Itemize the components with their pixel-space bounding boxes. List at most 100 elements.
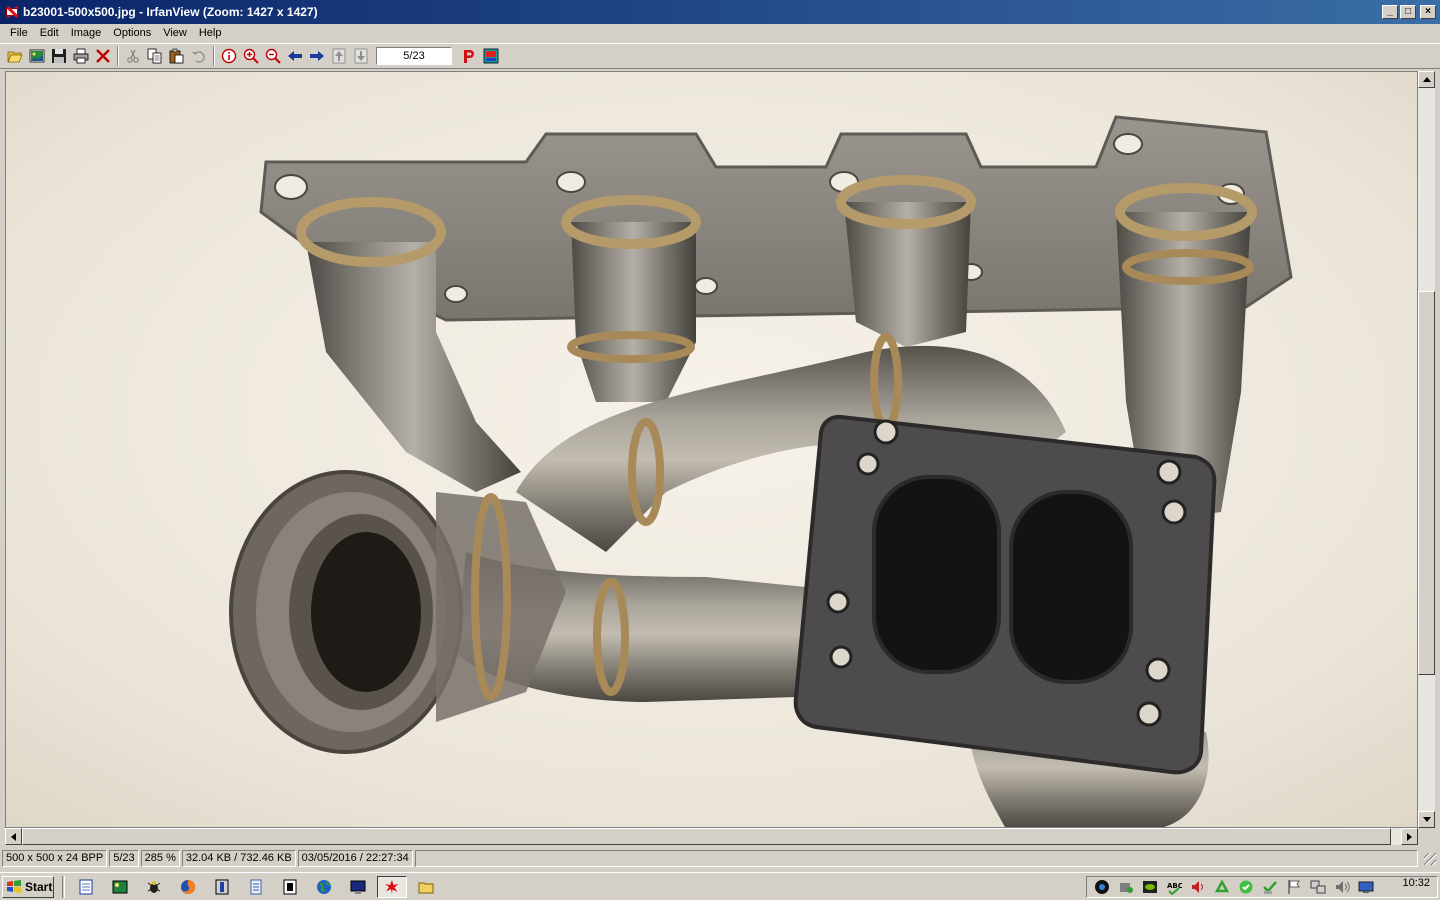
menu-file[interactable]: File	[4, 27, 34, 39]
taskbar-app-browser[interactable]	[309, 876, 339, 898]
save-button[interactable]	[48, 45, 70, 67]
start-button[interactable]: Start	[2, 875, 54, 898]
tray-spellcheck-icon[interactable]: ABC	[1165, 878, 1183, 896]
tray-speaker-icon[interactable]	[1189, 878, 1207, 896]
paint-icon	[464, 50, 474, 63]
horizontal-scrollbar[interactable]	[5, 828, 1418, 845]
slideshow-button[interactable]	[480, 45, 502, 67]
taskbar-app-document[interactable]	[241, 876, 271, 898]
info-button[interactable]	[218, 45, 240, 67]
taskbar-clock[interactable]: 10:32	[1402, 877, 1430, 889]
paint-button[interactable]	[458, 45, 480, 67]
tray-display-icon[interactable]	[1357, 878, 1375, 896]
cut-button[interactable]	[122, 45, 144, 67]
tray-network-icon[interactable]	[1309, 878, 1327, 896]
triangle-left-icon	[11, 832, 16, 841]
paste-icon	[169, 48, 184, 64]
zoom-out-button[interactable]	[262, 45, 284, 67]
vertical-scroll-thumb[interactable]	[1418, 291, 1435, 675]
taskbar-app-image[interactable]	[105, 876, 135, 898]
archive-icon	[215, 879, 229, 894]
undo-button[interactable]	[188, 45, 210, 67]
status-file-size: 32.04 KB / 732.46 KB	[181, 850, 296, 867]
vertical-scrollbar[interactable]	[1418, 71, 1435, 828]
taskbar-app-firefox[interactable]	[173, 876, 203, 898]
tray-volume-icon[interactable]	[1333, 878, 1351, 896]
previous-image-button[interactable]	[284, 45, 306, 67]
menu-image[interactable]: Image	[65, 27, 108, 39]
taskbar-app-notepad[interactable]	[71, 876, 101, 898]
next-image-button[interactable]	[306, 45, 328, 67]
scroll-right-button[interactable]	[1401, 828, 1418, 845]
tray-security-icon[interactable]	[1117, 878, 1135, 896]
toolbar-separator	[213, 46, 215, 66]
resize-grip[interactable]	[1424, 853, 1436, 865]
info-icon	[221, 48, 237, 64]
arrow-right-icon	[310, 51, 324, 61]
menu-view[interactable]: View	[157, 27, 193, 39]
irfanview-app-icon[interactable]	[4, 4, 20, 20]
first-image-button[interactable]	[328, 45, 350, 67]
image-viewport[interactable]	[5, 71, 1418, 828]
tray-nvidia-icon[interactable]	[1141, 878, 1159, 896]
thumbnails-icon	[29, 49, 45, 63]
horizontal-scroll-thumb[interactable]	[22, 828, 1391, 845]
status-datetime: 03/05/2016 / 22:27:34	[297, 850, 413, 867]
folder-icon	[418, 882, 434, 893]
taskbar-app-explorer[interactable]	[411, 876, 441, 898]
notepad-icon	[79, 879, 93, 894]
print-button[interactable]	[70, 45, 92, 67]
terminal-icon	[283, 879, 297, 894]
close-button[interactable]: ×	[1420, 5, 1436, 19]
taskbar-app-terminal[interactable]	[275, 876, 305, 898]
scroll-left-button[interactable]	[5, 828, 22, 845]
scroll-up-button[interactable]	[1418, 71, 1435, 88]
scroll-down-button[interactable]	[1418, 811, 1435, 828]
status-zoom: 285 %	[140, 850, 180, 867]
open-button[interactable]	[4, 45, 26, 67]
last-image-button[interactable]	[350, 45, 372, 67]
zoom-in-icon	[243, 48, 259, 64]
picture-icon	[112, 880, 128, 893]
taskbar-app-monitor[interactable]	[343, 876, 373, 898]
taskbar-app-game[interactable]	[139, 876, 169, 898]
copy-button[interactable]	[144, 45, 166, 67]
system-tray: ABC	[1086, 876, 1438, 898]
menu-options[interactable]: Options	[107, 27, 157, 39]
taskbar-separator	[62, 875, 65, 898]
paste-button[interactable]	[166, 45, 188, 67]
exhaust-manifold-photo	[6, 72, 1417, 827]
menu-edit[interactable]: Edit	[34, 27, 65, 39]
arrow-left-icon	[288, 51, 302, 61]
tray-recycle-icon[interactable]	[1213, 878, 1231, 896]
maximize-button[interactable]: □	[1400, 5, 1416, 19]
status-dimensions: 500 x 500 x 24 BPP	[2, 850, 108, 867]
monitor-icon	[350, 880, 366, 894]
tray-media-icon[interactable]	[1093, 878, 1111, 896]
taskbar-app-archive[interactable]	[207, 876, 237, 898]
thumbnails-button[interactable]	[26, 45, 48, 67]
start-label: Start	[25, 879, 53, 894]
tray-checkmark-icon[interactable]	[1261, 878, 1279, 896]
menu-help[interactable]: Help	[193, 27, 228, 39]
status-position: 5/23	[109, 850, 139, 867]
save-icon	[52, 49, 66, 63]
irfanview-icon	[385, 879, 399, 894]
zoom-out-icon	[265, 48, 281, 64]
svg-text:ABC: ABC	[1167, 882, 1182, 890]
document-icon	[250, 879, 262, 894]
page-number-field[interactable]	[376, 47, 452, 65]
taskbar-app-irfanview[interactable]	[377, 875, 407, 898]
status-empty-cell	[414, 850, 1418, 867]
scrollbar-corner	[1418, 828, 1435, 845]
tray-flag-icon[interactable]	[1285, 878, 1303, 896]
slideshow-icon	[483, 48, 499, 64]
title-bar: b23001-500x500.jpg - IrfanView (Zoom: 14…	[0, 0, 1440, 24]
folder-open-icon	[7, 51, 23, 63]
triangle-right-icon	[1407, 832, 1412, 841]
zoom-in-button[interactable]	[240, 45, 262, 67]
tray-update-icon[interactable]	[1237, 878, 1255, 896]
minimize-button[interactable]: _	[1382, 5, 1398, 19]
delete-icon	[96, 49, 110, 63]
delete-button[interactable]	[92, 45, 114, 67]
